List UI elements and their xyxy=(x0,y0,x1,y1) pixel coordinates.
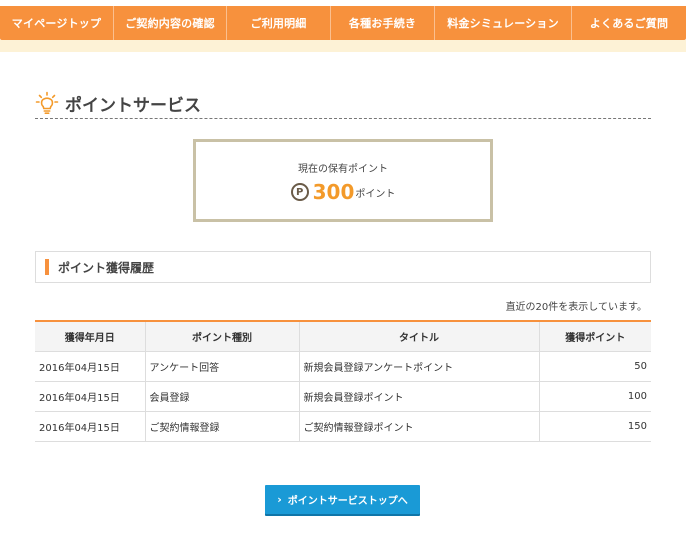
nav-item-price-simulation[interactable]: 料金シミュレーション xyxy=(435,6,572,40)
column-header-title: タイトル xyxy=(298,321,539,352)
cell-date: 2016年04月15日 xyxy=(35,351,145,382)
cell-type: 会員登録 xyxy=(144,381,299,412)
history-section-header: ポイント獲得履歴 xyxy=(35,251,651,283)
points-balance-row: P 300 ポイント xyxy=(196,180,490,204)
points-balance-unit: ポイント xyxy=(355,189,396,200)
table-row: 2016年04月15日 アンケート回答 新規会員登録アンケートポイント 50 xyxy=(35,351,651,382)
history-section-title: ポイント獲得履歴 xyxy=(58,260,155,275)
cell-date: 2016年04月15日 xyxy=(35,381,145,412)
nav-item-contract-details[interactable]: ご契約内容の確認 xyxy=(114,6,227,40)
cell-points: 150 xyxy=(538,411,651,442)
page-title: ポイントサービス xyxy=(35,88,651,119)
nav-underline-strip xyxy=(0,40,686,52)
table-row: 2016年04月15日 ご契約情報登録 ご契約情報登録ポイント 150 xyxy=(35,411,651,442)
chevron-right-icon: › xyxy=(277,493,282,506)
table-row: 2016年04月15日 会員登録 新規会員登録ポイント 100 xyxy=(35,381,651,412)
cell-title: 新規会員登録アンケートポイント xyxy=(298,351,539,382)
points-balance-box: 現在の保有ポイント P 300 ポイント xyxy=(193,139,493,222)
cell-date: 2016年04月15日 xyxy=(35,411,145,442)
points-balance-value: 300 xyxy=(312,180,355,204)
point-service-top-button-label: ポイントサービストップへ xyxy=(287,496,408,507)
cell-title: ご契約情報登録ポイント xyxy=(298,411,539,442)
nav-item-usage-statement[interactable]: ご利用明細 xyxy=(227,6,331,40)
points-balance-label: 現在の保有ポイント xyxy=(298,164,388,175)
nav-item-mypage-top[interactable]: マイページトップ xyxy=(0,6,114,40)
cell-type: アンケート回答 xyxy=(144,351,299,382)
point-coin-icon: P xyxy=(290,183,309,201)
table-header-row: 獲得年月日 ポイント種別 タイトル 獲得ポイント xyxy=(35,321,651,352)
cell-points: 50 xyxy=(538,351,651,382)
page-title-text: ポイントサービス xyxy=(65,95,201,116)
cell-title: 新規会員登録ポイント xyxy=(298,381,539,412)
points-history-table: 獲得年月日 ポイント種別 タイトル 獲得ポイント 2016年04月15日 アンケ… xyxy=(35,320,651,442)
column-header-points: 獲得ポイント xyxy=(538,321,651,352)
history-count-note: 直近の20件を表示しています。 xyxy=(505,302,647,313)
cell-points: 100 xyxy=(538,381,651,412)
nav-item-procedures[interactable]: 各種お手続き xyxy=(331,6,435,40)
nav-item-faq[interactable]: よくあるご質問 xyxy=(572,6,686,40)
section-accent-bar xyxy=(45,259,49,275)
cell-type: ご契約情報登録 xyxy=(144,411,299,442)
column-header-type: ポイント種別 xyxy=(144,321,299,352)
column-header-date: 獲得年月日 xyxy=(35,321,145,352)
global-nav: マイページトップ ご契約内容の確認 ご利用明細 各種お手続き 料金シミュレーショ… xyxy=(0,6,686,40)
point-service-top-button[interactable]: › ポイントサービストップへ xyxy=(265,485,420,514)
lightbulb-icon xyxy=(35,91,59,115)
